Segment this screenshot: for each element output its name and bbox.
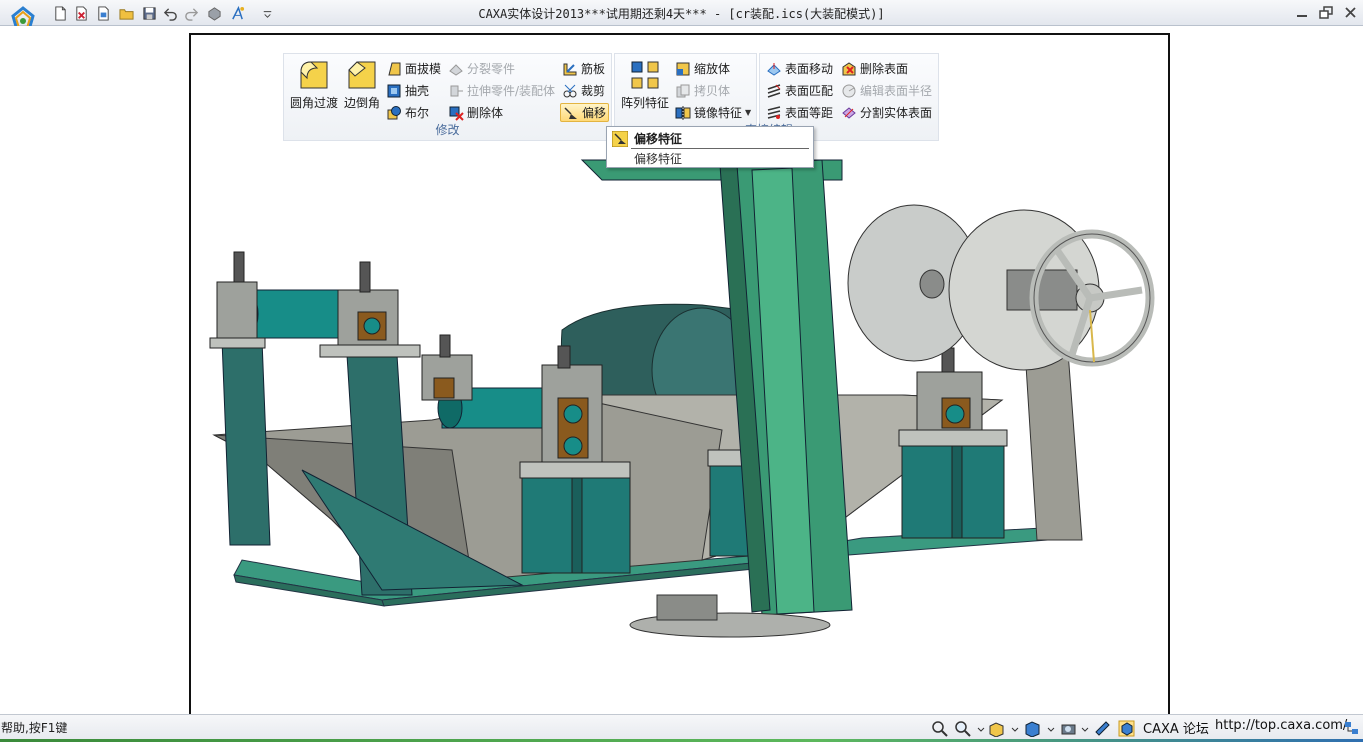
render-style-icon[interactable] [1094,720,1111,737]
forum-url[interactable]: http://top.caxa.com/ [1215,718,1347,733]
tooltip-divider [631,148,809,149]
camera-icon[interactable] [1060,720,1077,737]
stretch-part-icon [450,85,463,96]
close-icon[interactable] [1343,6,1358,20]
scale-body-button[interactable]: 缩放体 [673,59,732,78]
mirror-feature-icon [675,105,691,120]
move-face-label: 表面移动 [785,62,834,76]
mirror-dropdown-icon[interactable]: ▼ [745,108,751,117]
offset-label: 偏移 [582,106,607,120]
offset-feature-icon [612,131,628,147]
shell-label: 抽壳 [405,84,430,98]
rib-button[interactable]: 筋板 [560,59,607,78]
edit-face-radius-button[interactable]: 编辑表面半径 [839,81,934,100]
mirror-feature-label: 镜像特征 [694,106,743,120]
delete-face-icon [842,61,856,75]
chamfer-label: 边倒角 [343,96,380,110]
chamfer-icon [348,61,376,89]
trim-button[interactable]: 裁剪 [560,81,607,100]
status-bar: 帮助,按F1键 CAXA 论坛 http://top.caxa.com/ [0,714,1363,742]
trim-label: 裁剪 [581,84,606,98]
edit-face-radius-label: 编辑表面半径 [860,84,933,98]
offset-face-label: 表面等距 [785,106,834,120]
delete-body-icon [449,106,464,121]
zoom-icon[interactable] [931,720,948,737]
title-bar: CAXA实体设计2013***试用期还剩4天*** - [cr装配.ics(大装… [0,0,1363,32]
zoom-window-icon[interactable] [954,720,971,737]
ribbon-group-modify: 圆角过渡 边倒角 面拔模 抽壳 布尔 分裂零件 拉伸零件/装配体 删除体 筋板 … [283,53,612,141]
rib-icon [563,63,577,75]
offset-button[interactable]: 偏移 [560,103,610,122]
boolean-icon [387,105,401,119]
assembly-mode-icon[interactable] [1118,720,1135,737]
chamfer-button[interactable]: 边倒角 [340,58,384,111]
edit-face-radius-icon [842,84,856,97]
fillet-label: 圆角过渡 [289,96,338,110]
tooltip-description: 偏移特征 [634,152,683,166]
boolean-button[interactable]: 布尔 [384,103,431,122]
split-face-button[interactable]: 分割实体表面 [839,103,934,122]
fillet-icon [300,61,328,89]
copy-body-button[interactable]: 拷贝体 [673,81,732,100]
view-orientation-icon[interactable] [988,720,1005,738]
draft-face-button[interactable]: 面拔模 [384,59,443,78]
ribbon-group-modify-label: 修改 [435,123,460,137]
minimize-icon[interactable] [1295,6,1310,20]
status-help-text: 帮助,按F1键 [1,721,68,735]
delete-face-button[interactable]: 删除表面 [839,59,910,78]
offset-feature-tooltip: 偏移特征 偏移特征 [606,126,814,168]
match-face-label: 表面匹配 [785,84,834,98]
draft-label: 面拔模 [405,62,442,76]
design-environment-margin [0,26,189,714]
split-part-icon [449,63,463,76]
offset-face-icon [767,105,781,119]
boolean-label: 布尔 [405,106,430,120]
split-face-icon [842,106,856,119]
match-face-button[interactable]: 表面匹配 [764,81,835,100]
copy-body-label: 拷贝体 [694,84,731,98]
draft-icon [388,62,401,75]
array-feature-button[interactable]: 阵列特征 [619,58,671,111]
forum-link[interactable]: CAXA 论坛 [1143,718,1209,737]
window-title: CAXA实体设计2013***试用期还剩4天*** - [cr装配.ics(大装… [478,7,885,21]
delete-body-label: 删除体 [467,106,504,120]
fillet-button[interactable]: 圆角过渡 [288,58,340,111]
rib-label: 筋板 [581,62,606,76]
split-part-label: 分裂零件 [467,62,516,76]
delete-face-label: 删除表面 [860,62,909,76]
move-face-button[interactable]: 表面移动 [764,59,835,78]
offset-face-button[interactable]: 表面等距 [764,103,835,122]
stretch-part-label: 拉伸零件/装配体 [467,84,556,98]
array-feature-label: 阵列特征 [620,96,669,110]
shell-icon [387,84,401,97]
offset-icon [564,106,577,119]
tooltip-title: 偏移特征 [634,132,683,146]
scale-body-icon [676,62,690,75]
network-icon[interactable] [1343,720,1360,737]
copy-body-icon [676,84,690,97]
stretch-part-button[interactable]: 拉伸零件/装配体 [446,81,557,100]
mirror-feature-button[interactable]: 镜像特征 ▼ [673,103,753,122]
split-part-button[interactable]: 分裂零件 [446,59,517,78]
trim-icon [563,84,577,97]
display-mode-icon[interactable] [1024,720,1041,738]
restore-icon[interactable] [1319,6,1334,20]
match-face-icon [767,83,781,98]
scale-body-label: 缩放体 [694,62,731,76]
move-face-icon [767,62,781,76]
array-feature-icon [631,61,659,89]
delete-body-button[interactable]: 删除体 [446,103,505,122]
split-face-label: 分割实体表面 [860,106,933,120]
shell-button[interactable]: 抽壳 [384,81,431,100]
